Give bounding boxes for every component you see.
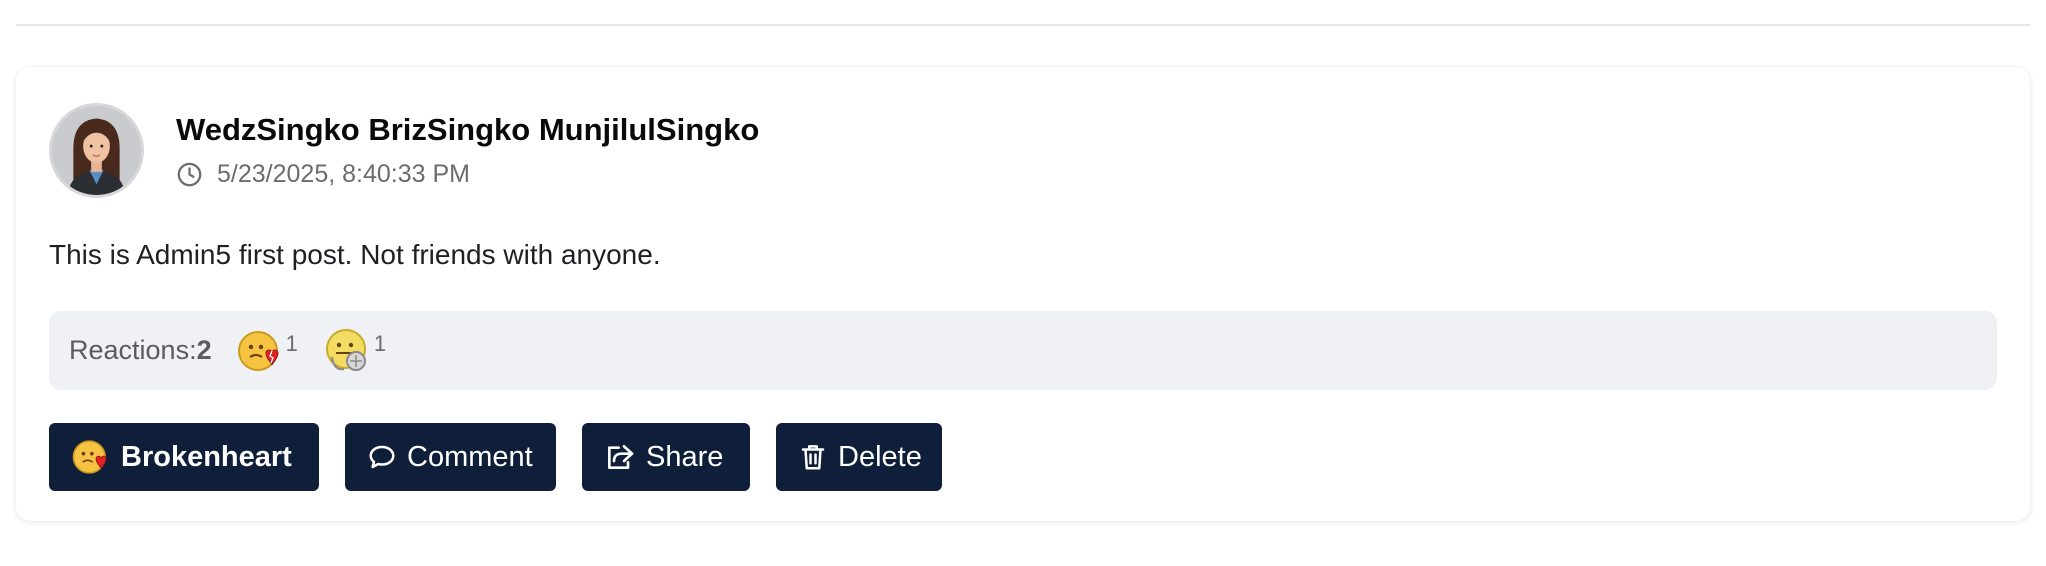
avatar-portrait-icon	[52, 105, 141, 195]
post-header: WedzSingko BrizSingko MunjilulSingko 5/2…	[49, 100, 759, 200]
brokenheart-emoji-icon	[71, 437, 111, 477]
reaction-item[interactable]: 1	[324, 327, 386, 375]
delete-button-label: Delete	[838, 440, 922, 473]
post-actions: Brokenheart Comment Share Delete	[49, 423, 968, 491]
share-icon	[604, 441, 636, 473]
clock-icon	[177, 162, 202, 186]
reactions-label: Reactions:	[69, 335, 197, 365]
author-name[interactable]: WedzSingko BrizSingko MunjilulSingko	[176, 112, 759, 148]
page: WedzSingko BrizSingko MunjilulSingko 5/2…	[0, 0, 2046, 566]
reaction-count: 1	[373, 330, 387, 356]
react-button-label: Brokenheart	[121, 440, 292, 473]
comment-button[interactable]: Comment	[345, 423, 556, 491]
reaction-item[interactable]: 1	[236, 327, 298, 375]
brokenheart-emoji-icon	[237, 330, 279, 371]
post-card: WedzSingko BrizSingko MunjilulSingko 5/2…	[16, 67, 2030, 521]
avatar[interactable]	[49, 102, 144, 198]
reactions-bar: Reactions: 2 1 1	[49, 311, 1997, 390]
react-brokenheart-button[interactable]: Brokenheart	[49, 423, 319, 491]
skeptical-emoji-icon	[325, 328, 366, 371]
reactions-total: 2	[196, 335, 212, 365]
reaction-count: 1	[285, 330, 298, 356]
delete-button[interactable]: Delete	[776, 423, 942, 491]
post-content: This is Admin5 first post. Not friends w…	[49, 239, 661, 270]
header-text: WedzSingko BrizSingko MunjilulSingko 5/2…	[176, 112, 759, 189]
post-timestamp: 5/23/2025, 8:40:33 PM	[217, 159, 470, 188]
share-button-label: Share	[646, 440, 724, 473]
trash-icon	[798, 442, 828, 472]
speech-bubble-icon	[367, 442, 397, 472]
timestamp-row: 5/23/2025, 8:40:33 PM	[176, 160, 759, 189]
comment-button-label: Comment	[407, 440, 533, 473]
divider	[16, 24, 2030, 26]
share-button[interactable]: Share	[582, 423, 750, 491]
